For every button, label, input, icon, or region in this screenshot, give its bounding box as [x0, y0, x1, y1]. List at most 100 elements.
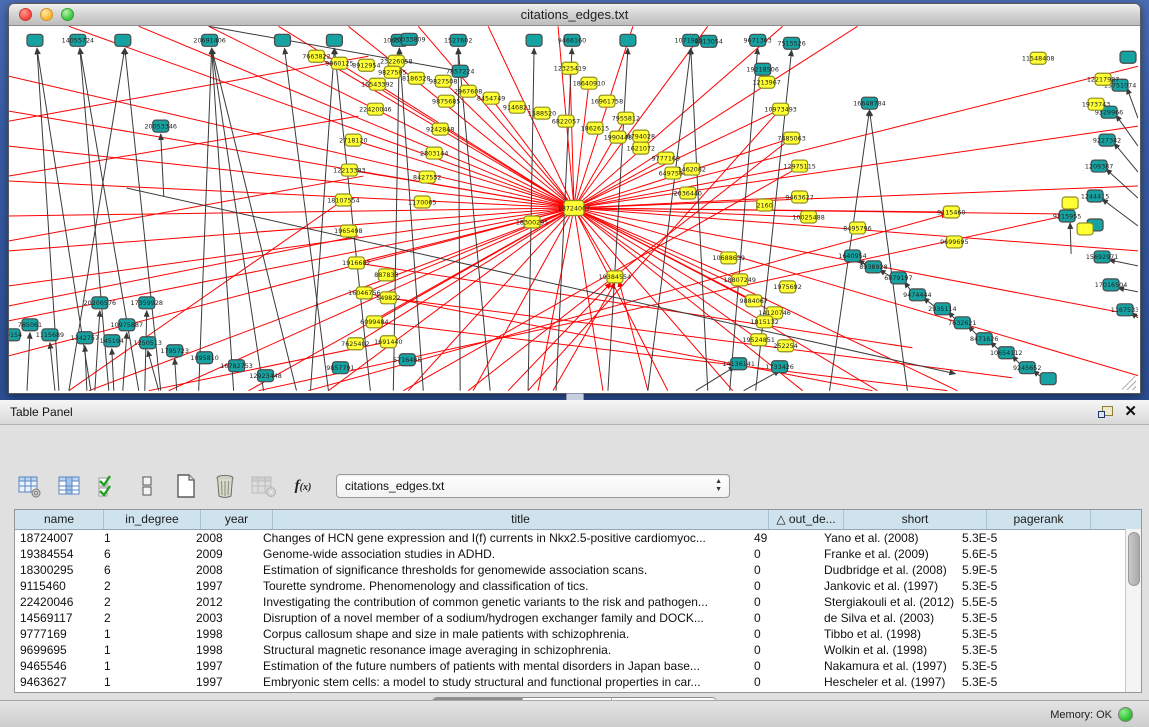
- graph-node[interactable]: 12213383: [333, 164, 365, 176]
- graph-node[interactable]: 1167533: [1111, 304, 1138, 316]
- table-cell[interactable]: 5.3E-5: [957, 674, 1056, 690]
- graph-node[interactable]: 6879197: [884, 272, 912, 284]
- table-cell[interactable]: 2: [99, 594, 191, 610]
- citation-edge-black[interactable]: [1070, 223, 1071, 254]
- graph-node[interactable]: 1733426: [765, 361, 793, 373]
- column-header-pagerank[interactable]: pagerank: [987, 510, 1091, 529]
- graph-node[interactable]: 8938928: [859, 261, 887, 273]
- graph-node[interactable]: 1916682: [342, 257, 370, 269]
- citation-edge-red[interactable]: [473, 208, 574, 391]
- graph-node[interactable]: 9463627: [785, 191, 813, 203]
- citation-edge-black[interactable]: [1114, 143, 1138, 172]
- graph-node[interactable]: 1250513: [134, 337, 162, 349]
- graph-node[interactable]: 8813054: [695, 35, 723, 47]
- citation-edge-red[interactable]: [553, 283, 615, 391]
- graph-node[interactable]: 9884067: [739, 295, 767, 307]
- graph-node[interactable]: 12975115: [783, 160, 815, 172]
- table-cell[interactable]: Structural magnetic resonance image aver…: [258, 642, 749, 658]
- graph-node[interactable]: 22420046: [359, 103, 391, 115]
- graph-node[interactable]: 23226058: [380, 55, 412, 67]
- graph-node[interactable]: 9857791: [326, 362, 354, 374]
- table-row[interactable]: 1830029562008Estimation of significance …: [15, 562, 1141, 578]
- table-cell[interactable]: 1: [99, 530, 191, 546]
- table-row[interactable]: 2242004622012Investigating the contribut…: [15, 594, 1141, 610]
- scrollbar-thumb[interactable]: [1128, 532, 1140, 586]
- graph-node[interactable]: 16033809: [393, 33, 425, 45]
- table-row[interactable]: 1938455462009Genome-wide association stu…: [15, 546, 1141, 562]
- citation-edge-black[interactable]: [869, 110, 907, 391]
- graph-node[interactable]: 39154: [9, 329, 22, 341]
- graph-node[interactable]: 2803144: [420, 147, 448, 159]
- graph-node[interactable]: [526, 34, 542, 46]
- table-cell[interactable]: Yano et al. (2008): [819, 530, 957, 546]
- citation-edge-black[interactable]: [175, 359, 177, 391]
- column-header-short[interactable]: short: [844, 510, 987, 529]
- table-cell[interactable]: 1: [99, 674, 191, 690]
- table-cell[interactable]: Franke et al. (2009): [819, 546, 957, 562]
- table-cell[interactable]: 1998: [191, 642, 258, 658]
- table-settings-button[interactable]: [16, 471, 44, 501]
- graph-node[interactable]: 20053346: [145, 120, 177, 132]
- graph-node[interactable]: 7625402: [341, 338, 369, 350]
- graph-node[interactable]: 7515526: [777, 37, 805, 49]
- table-cell[interactable]: 9699695: [15, 642, 99, 658]
- table-cell[interactable]: 1998: [191, 626, 258, 642]
- table-cell[interactable]: Tourette syndrome. Phenomenology and cla…: [258, 578, 749, 594]
- table-cell[interactable]: Hescheler et al. (1997): [819, 674, 957, 690]
- select-columns-button[interactable]: [94, 471, 122, 501]
- graph-node[interactable]: 8912954: [352, 59, 380, 71]
- table-row[interactable]: 977716911998Corpus callosum shape and si…: [15, 626, 1141, 642]
- graph-node[interactable]: 1209387: [1085, 160, 1113, 172]
- graph-node[interactable]: 1815132: [750, 316, 778, 328]
- table-cell[interactable]: Genome-wide association studies in ADHD.: [258, 546, 749, 562]
- citation-edge-black[interactable]: [1106, 169, 1138, 198]
- citation-edge-black[interactable]: [744, 371, 780, 391]
- table-cell[interactable]: 1997: [191, 578, 258, 594]
- table-cell[interactable]: Nakamura et al. (1997): [819, 658, 957, 674]
- table-cell[interactable]: de Silva et al. (2003): [819, 610, 957, 626]
- citation-edge-black[interactable]: [27, 333, 30, 391]
- graph-node[interactable]: 1115689: [36, 329, 64, 341]
- row-height-button[interactable]: [133, 471, 161, 501]
- graph-node[interactable]: 145194: [100, 335, 124, 347]
- graph-node[interactable]: 2718120: [339, 134, 367, 146]
- graph-node[interactable]: [1040, 373, 1056, 385]
- table-cell[interactable]: 5.3E-5: [957, 658, 1056, 674]
- citation-edge-red[interactable]: [574, 26, 708, 208]
- table-cell[interactable]: 0: [749, 642, 819, 658]
- citation-edge-black[interactable]: [1102, 199, 1138, 226]
- table-cell[interactable]: 1: [99, 626, 191, 642]
- column-header-name[interactable]: name: [15, 510, 104, 529]
- table-cell[interactable]: Estimation of significance thresholds fo…: [258, 562, 749, 578]
- graph-node[interactable]: 1170065: [408, 196, 436, 208]
- graph-node[interactable]: 1691440: [374, 336, 402, 348]
- graph-node[interactable]: 1795723: [161, 345, 189, 357]
- table-cell[interactable]: 9463627: [15, 674, 99, 690]
- graph-node[interactable]: 16782753: [220, 360, 252, 372]
- graph-node[interactable]: 2036440: [674, 187, 702, 199]
- graph-node[interactable]: 14136141: [722, 358, 754, 370]
- table-cell[interactable]: 1997: [191, 674, 258, 690]
- graph-node[interactable]: 17359928: [131, 297, 163, 309]
- table-cell[interactable]: 5.3E-5: [957, 578, 1056, 594]
- citation-edge-black[interactable]: [161, 134, 164, 196]
- graph-node[interactable]: 9245652: [1013, 362, 1041, 374]
- graph-node[interactable]: 8186328: [402, 72, 430, 84]
- citation-edge-black[interactable]: [199, 48, 212, 390]
- table-cell[interactable]: Changes of HCN gene expression and I(f) …: [258, 530, 749, 546]
- table-cell[interactable]: Stergiakouli et al. (2012): [819, 594, 957, 610]
- table-cell[interactable]: Jankovic et al. (1997): [819, 578, 957, 594]
- citation-edge-red[interactable]: [9, 208, 574, 286]
- graph-node[interactable]: 9699695: [940, 236, 968, 248]
- table-cell[interactable]: 14569117: [15, 610, 99, 626]
- show-columns-button[interactable]: [55, 471, 83, 501]
- graph-node[interactable]: 19384554: [599, 271, 631, 283]
- graph-node[interactable]: 8495796: [843, 222, 871, 234]
- graph-node[interactable]: 9215955: [1053, 210, 1081, 222]
- citation-edge-black[interactable]: [145, 311, 147, 391]
- graph-node[interactable]: 16543392: [361, 78, 393, 90]
- graph-node[interactable]: 9827508: [429, 75, 457, 87]
- citation-edge-black[interactable]: [112, 349, 114, 391]
- graph-node[interactable]: 2935114: [928, 303, 956, 315]
- table-cell[interactable]: 5.9E-5: [957, 562, 1056, 578]
